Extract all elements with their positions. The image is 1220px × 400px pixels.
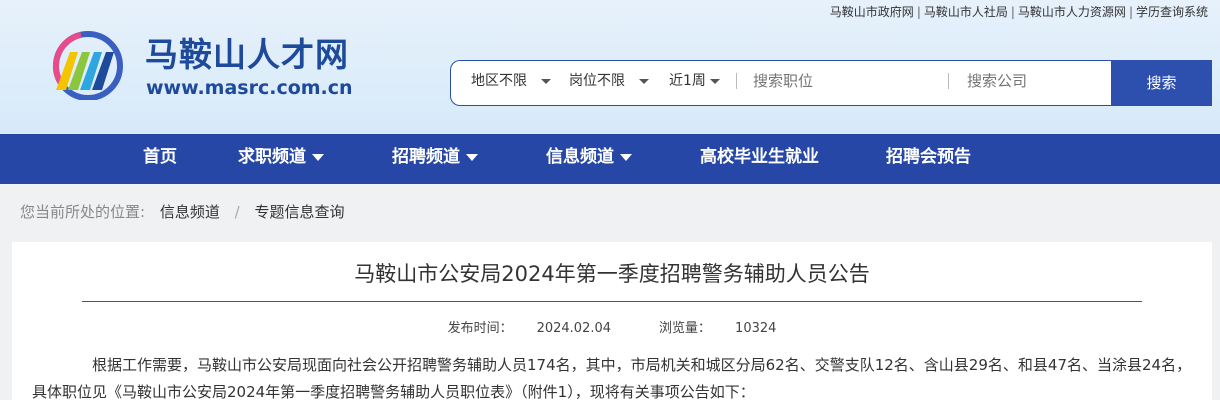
divider bbox=[948, 73, 949, 89]
toplink-degree-query[interactable]: 学历查询系统 bbox=[1136, 5, 1208, 19]
nav-information[interactable]: 信息频道 bbox=[546, 134, 632, 184]
main-nav: 首页 求职频道 招聘频道 信息频道 高校毕业生就业 招聘会预告 bbox=[0, 134, 1220, 184]
chevron-down-icon bbox=[541, 78, 551, 84]
search-bar: 地区不限 岗位不限 近1周 bbox=[450, 60, 1112, 106]
caret-down-icon bbox=[620, 153, 632, 161]
site-url: www.masrc.com.cn bbox=[146, 77, 353, 99]
title-divider bbox=[82, 301, 1142, 302]
breadcrumb-separator: / bbox=[234, 203, 240, 221]
toplink-hrss[interactable]: 马鞍山市人社局 bbox=[924, 5, 1008, 19]
nav-home[interactable]: 首页 bbox=[143, 134, 177, 184]
region-filter[interactable]: 地区不限 bbox=[471, 61, 551, 105]
view-count: 浏览量： 10324 bbox=[659, 321, 777, 336]
search-button[interactable]: 搜索 bbox=[1111, 60, 1212, 106]
job-search-input[interactable] bbox=[753, 61, 933, 101]
article-paragraph: 根据工作需要，马鞍山市公安局现面向社会公开招聘警务辅助人员174名，其中，市局机… bbox=[32, 356, 1192, 400]
breadcrumb-prefix: 您当前所处的位置: bbox=[20, 203, 146, 221]
nav-job-seeking[interactable]: 求职频道 bbox=[238, 134, 324, 184]
toplink-gov[interactable]: 马鞍山市政府网 bbox=[830, 5, 914, 19]
publish-date: 发布时间： 2024.02.04 bbox=[447, 321, 612, 336]
company-search-input[interactable] bbox=[967, 61, 1107, 101]
site-logo-icon[interactable] bbox=[46, 30, 130, 100]
toplink-hr-net[interactable]: 马鞍山市人力资源网 bbox=[1018, 5, 1126, 19]
position-filter[interactable]: 岗位不限 bbox=[569, 61, 649, 105]
nav-graduate-employment[interactable]: 高校毕业生就业 bbox=[700, 134, 819, 184]
site-title[interactable]: 马鞍山人才网 bbox=[145, 35, 349, 75]
time-filter[interactable]: 近1周 bbox=[669, 61, 720, 105]
top-links: 马鞍山市政府网 | 马鞍山市人社局 | 马鞍山市人力资源网 | 学历查询系统 bbox=[829, 5, 1208, 19]
site-header: 马鞍山市政府网 | 马鞍山市人社局 | 马鞍山市人力资源网 | 学历查询系统 马鞍山人才网 … bbox=[0, 0, 1220, 134]
caret-down-icon bbox=[466, 153, 478, 161]
chevron-down-icon bbox=[639, 78, 649, 84]
nav-job-fair[interactable]: 招聘会预告 bbox=[886, 134, 971, 184]
article-title: 马鞍山市公安局2024年第一季度招聘警务辅助人员公告 bbox=[354, 262, 870, 286]
breadcrumb-info-channel[interactable]: 信息频道 bbox=[160, 203, 220, 221]
breadcrumb-topic-query[interactable]: 专题信息查询 bbox=[254, 203, 344, 221]
article-panel: 马鞍山市公安局2024年第一季度招聘警务辅助人员公告 发布时间： 2024.02.… bbox=[12, 242, 1212, 400]
caret-down-icon bbox=[312, 153, 324, 161]
article-meta: 发布时间： 2024.02.04 浏览量： 10324 bbox=[12, 317, 1212, 336]
divider bbox=[736, 73, 737, 89]
breadcrumb: 您当前所处的位置: 信息频道 / 专题信息查询 bbox=[20, 201, 345, 222]
chevron-down-icon bbox=[709, 78, 720, 84]
nav-recruitment[interactable]: 招聘频道 bbox=[392, 134, 478, 184]
